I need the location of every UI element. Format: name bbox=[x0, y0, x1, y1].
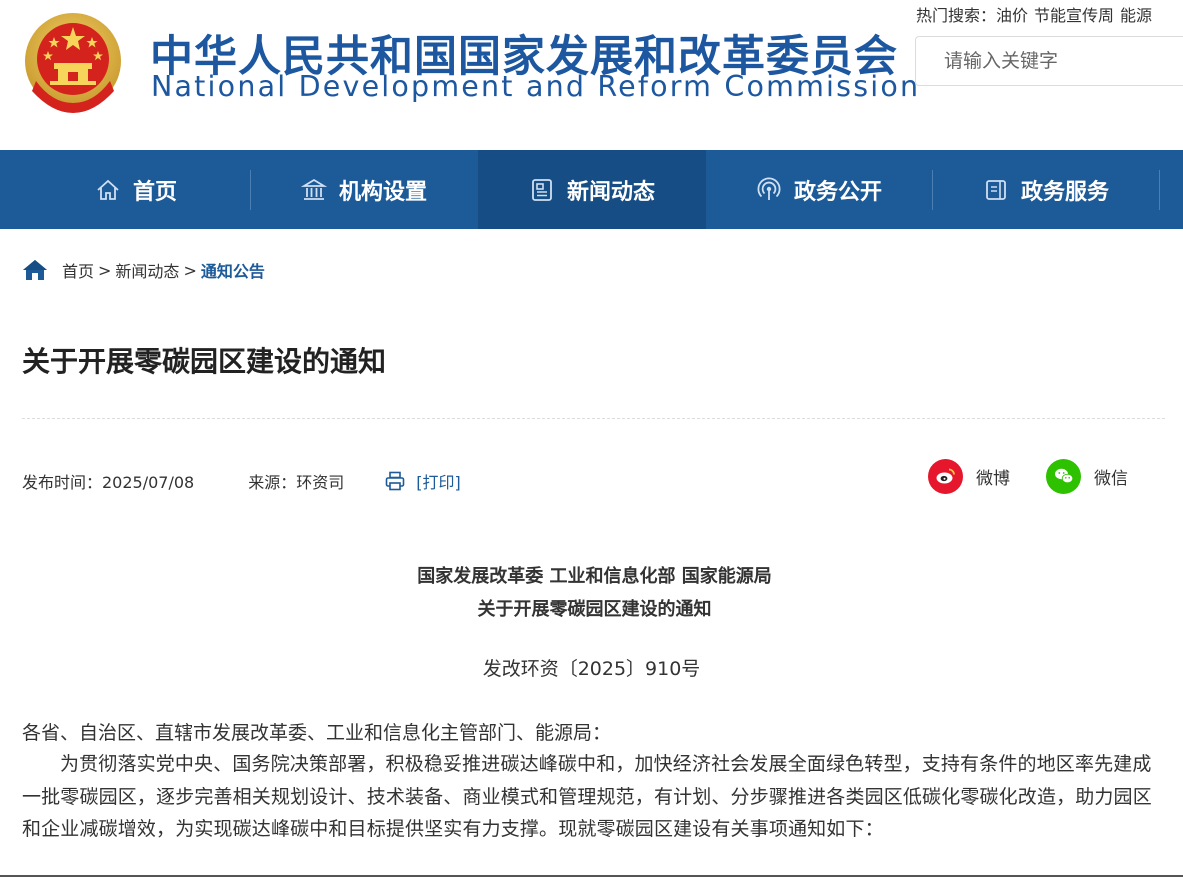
title-divider bbox=[22, 418, 1165, 419]
breadcrumb-separator: > bbox=[98, 260, 112, 280]
hot-search: 热门搜索：油价 节能宣传周 能源 bbox=[916, 2, 1158, 26]
body-paragraph: 为贯彻落实党中央、国务院决策部署，积极稳妥推进碳达峰碳中和，加快经济社会发展全面… bbox=[22, 753, 1152, 840]
share-wechat-button[interactable]: 微信 bbox=[1046, 458, 1128, 494]
search-box bbox=[915, 36, 1183, 86]
breadcrumb-item-news[interactable]: 新闻动态 bbox=[115, 258, 179, 282]
hot-search-term[interactable]: 油价 bbox=[996, 6, 1028, 25]
broadcast-icon bbox=[756, 177, 782, 203]
publish-time: 发布时间：2025/07/08 bbox=[22, 473, 195, 492]
article-title: 关于开展零碳园区建设的通知 bbox=[22, 345, 387, 378]
article-meta: 发布时间：2025/07/08 来源：环资司 [打印] bbox=[22, 468, 461, 494]
weibo-icon bbox=[928, 458, 963, 494]
print-button[interactable]: [打印] bbox=[384, 469, 461, 493]
nav-divider bbox=[1159, 170, 1160, 210]
search-input[interactable] bbox=[942, 37, 1183, 85]
nav-item-institution[interactable]: 机构设置 bbox=[251, 150, 477, 229]
nav-label: 政务服务 bbox=[1020, 179, 1109, 205]
nav-item-news[interactable]: 新闻动态 bbox=[478, 150, 706, 229]
breadcrumb: 首页 > 新闻动态 > 通知公告 bbox=[22, 257, 265, 283]
institution-icon bbox=[300, 177, 327, 203]
print-label: [打印] bbox=[416, 473, 461, 492]
site-header: 中华人民共和国国家发展和改革委员会 National Development a… bbox=[0, 0, 1183, 150]
share-weibo-label: 微博 bbox=[976, 468, 1010, 489]
nav-label: 政务公开 bbox=[793, 179, 882, 205]
service-icon bbox=[983, 177, 1009, 203]
article-source: 来源：环资司 bbox=[248, 473, 345, 492]
site-title-en[interactable]: National Development and Reform Commissi… bbox=[151, 70, 920, 103]
home-icon bbox=[95, 177, 121, 203]
document-heading: 关于开展零碳园区建设的通知 bbox=[477, 599, 712, 620]
news-icon bbox=[529, 177, 555, 203]
breadcrumb-current[interactable]: 通知公告 bbox=[201, 258, 265, 282]
nav-label: 机构设置 bbox=[338, 179, 427, 205]
share-weibo-button[interactable]: 微博 bbox=[928, 458, 1010, 494]
salutation: 各省、自治区、直辖市发展改革委、工业和信息化主管部门、能源局： bbox=[22, 722, 612, 744]
hot-search-term[interactable]: 节能宣传周 bbox=[1034, 6, 1114, 25]
breadcrumb-item-home[interactable]: 首页 bbox=[62, 258, 94, 282]
document-issuers: 国家发展改革委 工业和信息化部 国家能源局 bbox=[417, 566, 772, 587]
nav-label: 首页 bbox=[132, 179, 177, 205]
nav-item-home[interactable]: 首页 bbox=[22, 150, 250, 229]
national-emblem-icon[interactable] bbox=[22, 11, 124, 115]
printer-icon bbox=[385, 471, 405, 491]
hot-search-term[interactable]: 能源 bbox=[1120, 6, 1152, 25]
nav-item-public-affairs[interactable]: 政务公开 bbox=[706, 150, 932, 229]
breadcrumb-separator: > bbox=[183, 260, 197, 280]
share-wechat-label: 微信 bbox=[1094, 468, 1128, 489]
document-number: 发改环资〔2025〕910号 bbox=[482, 658, 701, 680]
home-icon[interactable] bbox=[22, 259, 48, 281]
nav-item-services[interactable]: 政务服务 bbox=[933, 150, 1159, 229]
wechat-icon bbox=[1046, 458, 1081, 494]
main-nav: 首页 机构设置 新闻动态 政务公开 政务服务 bbox=[0, 150, 1183, 229]
hot-search-label: 热门搜索： bbox=[916, 6, 997, 25]
nav-label: 新闻动态 bbox=[566, 179, 655, 205]
